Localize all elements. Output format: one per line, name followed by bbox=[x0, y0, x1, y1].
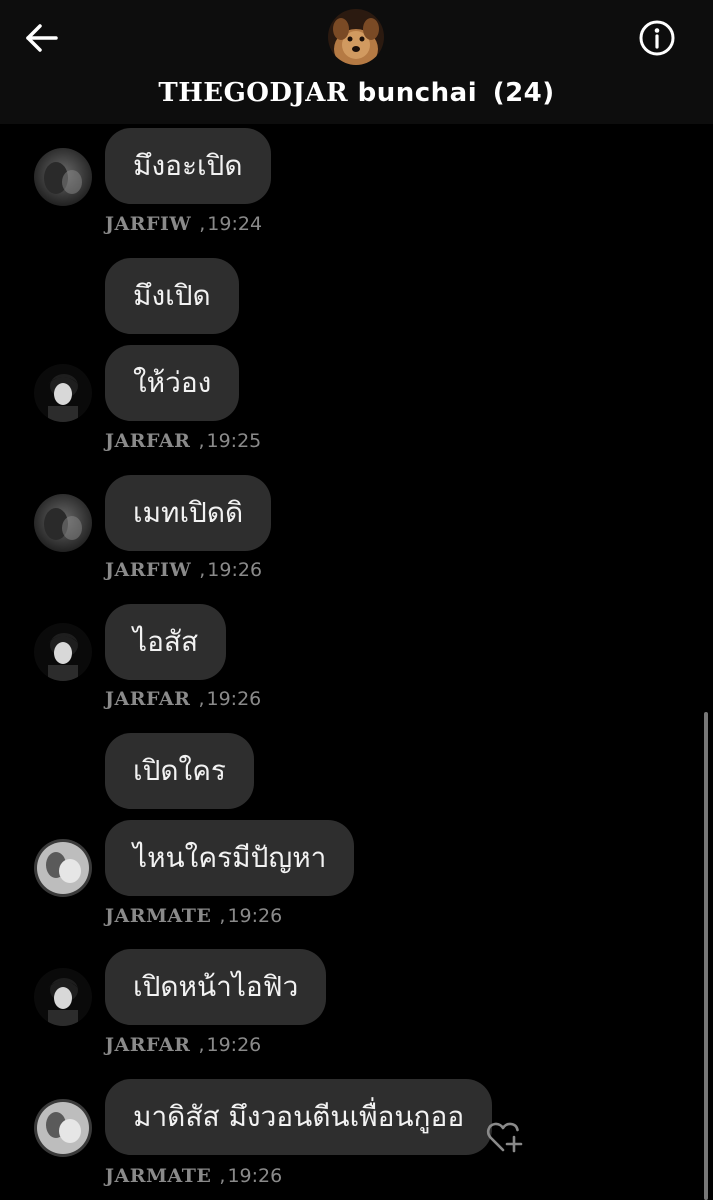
chat-title[interactable]: THEGODJAR bunchai (24) bbox=[0, 78, 713, 108]
meta-separator: , bbox=[199, 213, 206, 235]
sender-name: JARMATE bbox=[105, 1165, 212, 1187]
message-bubble[interactable]: มึงอะเปิด bbox=[105, 128, 271, 204]
group-name-part2: bunchai bbox=[357, 78, 478, 108]
avatar-jarfar[interactable] bbox=[34, 968, 92, 1026]
message-meta: JARFIW, 19:26 bbox=[105, 557, 262, 583]
add-reaction-button[interactable] bbox=[486, 1120, 524, 1154]
message-time: 19:24 bbox=[207, 213, 263, 235]
back-button[interactable] bbox=[24, 20, 60, 56]
message-time: 19:25 bbox=[206, 430, 262, 452]
message-text: เมทเปิดดิ bbox=[133, 496, 244, 529]
sender-name: JARFAR bbox=[105, 688, 191, 710]
info-button[interactable] bbox=[638, 19, 676, 57]
message-time: 19:26 bbox=[227, 905, 283, 927]
meta-separator: , bbox=[199, 559, 206, 581]
avatar-jarfar[interactable] bbox=[34, 364, 92, 422]
message-text: ไหนใครมีปัญหา bbox=[133, 841, 327, 874]
message-text: มึงอะเปิด bbox=[133, 149, 243, 182]
message-meta: JARFIW, 19:24 bbox=[105, 211, 262, 237]
sender-name: JARFIW bbox=[105, 559, 192, 581]
arrow-left-icon bbox=[26, 24, 58, 52]
sender-name: JARFIW bbox=[105, 213, 192, 235]
scrollbar[interactable] bbox=[704, 712, 708, 1200]
avatar-jarfar[interactable] bbox=[34, 623, 92, 681]
meta-separator: , bbox=[198, 430, 205, 452]
sender-name: JARMATE bbox=[105, 905, 212, 927]
meta-separator: , bbox=[198, 1034, 205, 1056]
sender-name: JARFAR bbox=[105, 430, 191, 452]
meta-separator: , bbox=[198, 688, 205, 710]
message-meta: JARMATE, 19:26 bbox=[105, 1163, 282, 1189]
group-name-part1: THEGODJAR bbox=[158, 78, 349, 108]
message-time: 19:26 bbox=[207, 559, 263, 581]
message-bubble[interactable]: มึงเปิด bbox=[105, 258, 239, 334]
message-bubble[interactable]: เมทเปิดดิ bbox=[105, 475, 272, 551]
avatar-jarfiw[interactable] bbox=[34, 148, 92, 206]
message-text: ให้ว่อง bbox=[133, 366, 212, 399]
meta-separator: , bbox=[219, 905, 226, 927]
message-meta: JARFAR, 19:26 bbox=[105, 686, 261, 712]
message-meta: JARFAR, 19:25 bbox=[105, 428, 261, 454]
avatar-jarmate[interactable] bbox=[34, 839, 92, 897]
avatar-jarmate[interactable] bbox=[34, 1099, 92, 1157]
message-meta: JARFAR, 19:26 bbox=[105, 1032, 261, 1058]
heart-plus-icon bbox=[486, 1122, 523, 1153]
message-time: 19:26 bbox=[206, 688, 262, 710]
message-time: 19:26 bbox=[206, 1034, 262, 1056]
message-bubble[interactable]: มาดิสัส มึงวอนตีนเพื่อนกูออ bbox=[105, 1079, 493, 1155]
message-text: เปิดหน้าไอฟิว bbox=[133, 970, 299, 1003]
chat-header: THEGODJAR bunchai (24) bbox=[0, 0, 713, 124]
sender-name: JARFAR bbox=[105, 1034, 191, 1056]
message-bubble[interactable]: เปิดใคร bbox=[105, 733, 254, 809]
message-text: ไอสัส bbox=[133, 625, 199, 658]
message-bubble[interactable]: เปิดหน้าไอฟิว bbox=[105, 949, 327, 1025]
message-text: มึงเปิด bbox=[133, 279, 211, 312]
member-count: (24) bbox=[492, 78, 555, 108]
meta-separator: , bbox=[219, 1165, 226, 1187]
info-circle-icon bbox=[639, 20, 675, 56]
group-avatar[interactable] bbox=[328, 9, 384, 65]
message-bubble[interactable]: ไหนใครมีปัญหา bbox=[105, 820, 355, 896]
message-time: 19:26 bbox=[227, 1165, 283, 1187]
message-text: มาดิสัส มึงวอนตีนเพื่อนกูออ bbox=[133, 1100, 465, 1133]
message-meta: JARMATE, 19:26 bbox=[105, 903, 282, 929]
avatar-jarfiw[interactable] bbox=[34, 494, 92, 552]
message-bubble[interactable]: ไอสัส bbox=[105, 604, 227, 680]
message-bubble[interactable]: ให้ว่อง bbox=[105, 345, 240, 421]
message-text: เปิดใคร bbox=[133, 754, 226, 787]
